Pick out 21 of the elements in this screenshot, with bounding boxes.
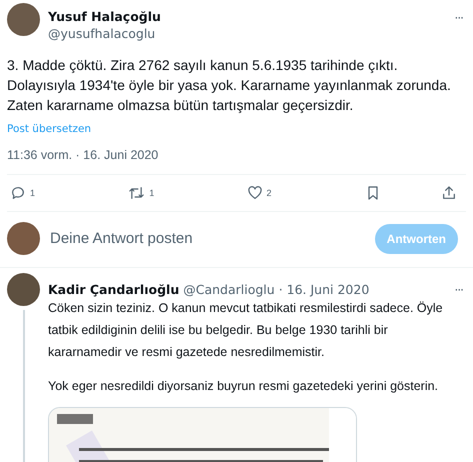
more-button[interactable]: ··· (454, 3, 463, 25)
more-button[interactable]: ··· (454, 275, 463, 297)
author-handle: @yusufhalacoglu (48, 26, 156, 41)
post-date: · 16. Juni 2020 (278, 282, 370, 297)
post-time: 11:36 vorm. · 16. Juni 2020 (7, 148, 160, 162)
speech-bubble-icon (10, 185, 26, 201)
avatar (7, 222, 40, 255)
tweet-text: 3. Madde çöktü. Zira 2762 sayılı kanun 5.6.1935 tarihinde çıktı. Dolayısıyla 1934'te öyle bir yasa yok. Kararname yayınlanmak zorunda. Zaten kararname olmazsa bütün tartışmalar geçersizdir. (7, 56, 452, 115)
repost-icon (128, 185, 146, 201)
reply-button[interactable]: 1 (10, 185, 70, 201)
author-name: Yusuf Halaçoğlu (48, 9, 162, 24)
avatar[interactable] (7, 273, 40, 306)
reply-text: Yok eger nesredildi diyorsaniz buyrun resmi gazetedeki yerini gösterin. (48, 378, 440, 395)
avatar[interactable] (7, 3, 40, 36)
repost-button[interactable]: 1 (128, 185, 188, 201)
author-name: Kadir Çandarlıoğlu (48, 282, 180, 297)
like-button[interactable]: 2 (246, 185, 306, 201)
reply-text: Cöken sizin teziniz. O kanun mevcut tatbikati resmilestirdi sadece. Öyle tatbik edildiginin delili ise bu belgedir. Bu belge 1930 tarihli bir kararnamedir ve resmi gazetede nesredilmemistir. (48, 300, 444, 361)
author-handle: @Candarlioglu (183, 282, 275, 297)
heart-icon (246, 185, 262, 201)
share-icon (441, 185, 457, 201)
